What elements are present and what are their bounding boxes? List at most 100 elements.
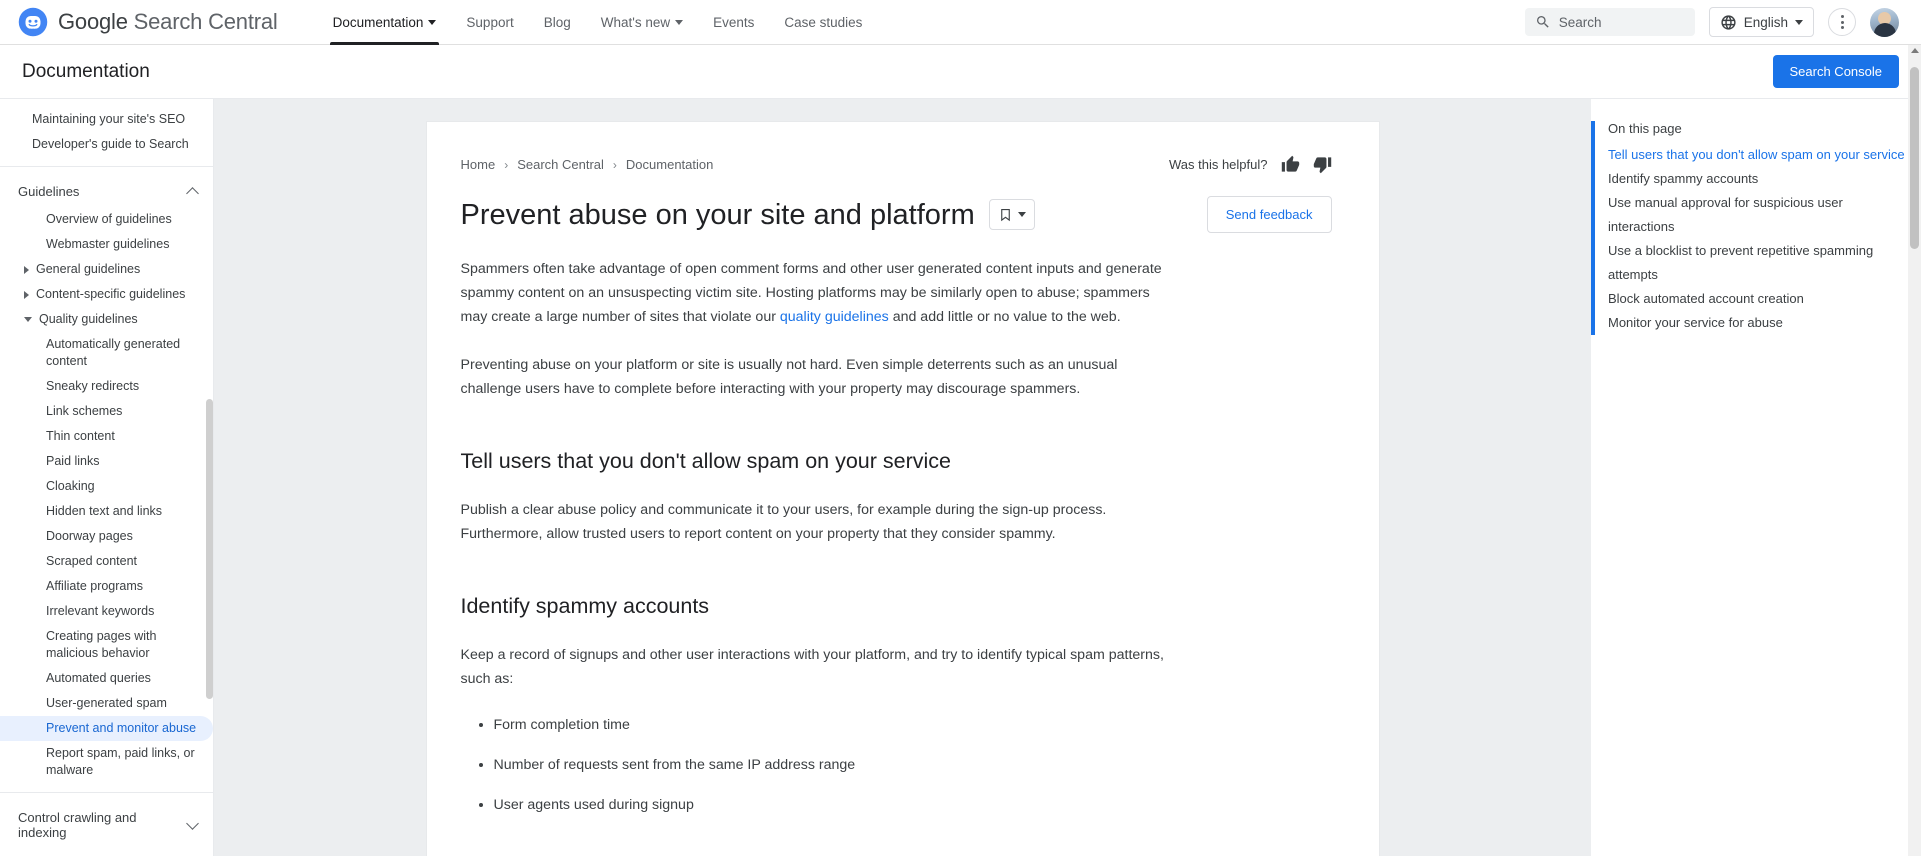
sidebar-expandable-content-specific-guidelines[interactable]: Content-specific guidelines [0, 282, 213, 307]
brand-product-word: Search Central [127, 9, 278, 34]
article: Home › Search Central › Documentation Wa… [426, 122, 1379, 856]
sidebar-item-doorway-pages[interactable]: Doorway pages [0, 524, 213, 549]
page-scrollbar[interactable] [1908, 45, 1921, 856]
triangle-down-icon [24, 317, 32, 322]
nav-item-case-studies[interactable]: Case studies [784, 0, 862, 45]
sidebar-item-cloaking[interactable]: Cloaking [0, 474, 213, 499]
scrollbar-thumb[interactable] [1910, 67, 1919, 249]
page-subheader: Documentation Search Console [0, 45, 1921, 99]
brand-logo[interactable]: Google Search Central [0, 7, 278, 37]
sidebar-divider [0, 792, 213, 793]
sidebar-item-user-generated-spam[interactable]: User-generated spam [0, 691, 213, 716]
nav-item-whats-new[interactable]: What's new [600, 0, 684, 45]
sidebar-group-label-guidelines: Guidelines [18, 184, 80, 199]
sidebar-item-creating-pages-malicious-behavior[interactable]: Creating pages with malicious behavior [0, 624, 213, 666]
sidebar-expandable-label-general: General guidelines [36, 262, 141, 276]
thumb-up-icon[interactable] [1281, 155, 1300, 174]
page-title: Documentation [22, 60, 150, 82]
sidebar-item-scraped-content[interactable]: Scraped content [0, 549, 213, 574]
global-header: Google Search Central Documentation Supp… [0, 0, 1921, 45]
search-placeholder: Search [1558, 14, 1602, 30]
sidebar-expandable-quality-guidelines[interactable]: Quality guidelines [0, 307, 213, 332]
on-this-page-sidebar: On this page Tell users that you don't a… [1591, 99, 1921, 856]
breadcrumb: Home › Search Central › Documentation [461, 157, 714, 172]
nav-item-support[interactable]: Support [466, 0, 513, 45]
breadcrumb-item-home[interactable]: Home [461, 157, 496, 172]
nav-label-events: Events [713, 14, 755, 30]
bookmark-icon [1000, 208, 1010, 222]
sidebar-group-label-control-crawling: Control crawling and indexing [18, 810, 137, 840]
search-console-button[interactable]: Search Console [1772, 55, 1899, 88]
nav-label-support: Support [466, 14, 514, 30]
sidebar-item-automated-queries[interactable]: Automated queries [0, 666, 213, 691]
search-input[interactable]: Search [1524, 8, 1695, 36]
brand-google-word: Google [58, 9, 128, 34]
chevron-down-icon [1017, 212, 1026, 217]
quality-guidelines-link[interactable]: quality guidelines [780, 309, 889, 325]
breadcrumb-item-search-central[interactable]: Search Central [517, 157, 604, 172]
sidebar-item-prevent-and-monitor-abuse[interactable]: Prevent and monitor abuse [0, 716, 213, 741]
paragraph-4: Keep a record of signups and other user … [460, 647, 1164, 687]
sidebar-item-paid-links[interactable]: Paid links [0, 449, 213, 474]
sidebar-group-control-crawling[interactable]: Control crawling and indexing [0, 802, 213, 848]
sidebar-item-webmaster-guidelines[interactable]: Webmaster guidelines [0, 232, 213, 257]
sidebar-item-link-schemes[interactable]: Link schemes [0, 399, 213, 424]
toc-item-manual-approval[interactable]: Use manual approval for suspicious user … [1608, 191, 1905, 239]
header-actions: Search English [1524, 7, 1921, 37]
send-feedback-button[interactable]: Send feedback [1206, 196, 1332, 233]
more-options-button[interactable] [1828, 8, 1856, 36]
toc-item-tell-users[interactable]: Tell users that you don't allow spam on … [1608, 143, 1905, 167]
chevron-down-icon [186, 816, 199, 830]
chevron-down-icon [1795, 19, 1803, 25]
toc-inner: On this page Tell users that you don't a… [1591, 121, 1905, 335]
sidebar-item-affiliate-programs[interactable]: Affiliate programs [0, 574, 213, 599]
sidebar-item-developers-guide[interactable]: Developer's guide to Search [0, 132, 213, 157]
sidebar-group-guidelines[interactable]: Guidelines [0, 176, 213, 207]
paragraph-2: Preventing abuse on your platform or sit… [460, 357, 1118, 397]
more-vert-icon [1840, 20, 1844, 24]
globe-icon [1721, 14, 1736, 30]
primary-nav: Documentation Support Blog What's new Ev… [329, 0, 862, 45]
scroll-up-arrow-icon[interactable] [1911, 48, 1919, 53]
nav-item-blog[interactable]: Blog [544, 0, 571, 45]
avatar[interactable] [1870, 7, 1899, 37]
sidebar-item-thin-content[interactable]: Thin content [0, 424, 213, 449]
sidebar-item-sneaky-redirects[interactable]: Sneaky redirects [0, 374, 213, 399]
language-selector[interactable]: English [1708, 7, 1814, 37]
brand-name: Google Search Central [58, 9, 278, 35]
toc-title: On this page [1608, 121, 1682, 136]
search-icon [1536, 16, 1549, 28]
sidebar-item-overview-of-guidelines[interactable]: Overview of guidelines [0, 207, 213, 232]
more-vert-icon [1840, 15, 1844, 18]
sidebar-expandable-general-guidelines[interactable]: General guidelines [0, 257, 213, 282]
sidebar-expandable-label-quality: Quality guidelines [39, 312, 138, 326]
thumb-down-icon[interactable] [1313, 155, 1332, 174]
sidebar-item-report-spam-paid-links-malware[interactable]: Report spam, paid links, or malware [0, 741, 213, 783]
paragraph-1-text-after: and add little or no value to the web. [888, 309, 1121, 325]
nav-item-events[interactable]: Events [713, 0, 754, 45]
toc-item-block-automated-account-creation[interactable]: Block automated account creation [1608, 287, 1905, 311]
bookmark-button[interactable] [988, 199, 1035, 230]
sidebar-item-automatically-generated-content[interactable]: Automatically generated content [0, 332, 213, 374]
nav-label-blog: Blog [543, 14, 571, 30]
toc-item-blocklist[interactable]: Use a blocklist to prevent repetitive sp… [1608, 239, 1905, 287]
sidebar-item-hidden-text-and-links[interactable]: Hidden text and links [0, 499, 213, 524]
breadcrumb-item-documentation[interactable]: Documentation [626, 157, 713, 172]
chevron-down-icon [675, 19, 684, 25]
section-heading-tell-users: Tell users that you don't allow spam on … [460, 449, 951, 473]
spam-patterns-list: Form completion time Number of requests … [461, 713, 1332, 817]
sidebar-item-maintaining-seo[interactable]: Maintaining your site's SEO [0, 107, 213, 132]
chevron-up-icon [186, 186, 199, 200]
triangle-right-icon [24, 290, 29, 299]
triangle-right-icon [24, 265, 29, 274]
nav-item-documentation[interactable]: Documentation [329, 0, 440, 45]
sidebar-item-irrelevant-keywords[interactable]: Irrelevant keywords [0, 599, 213, 624]
sidebar-scrollbar[interactable] [206, 399, 213, 699]
paragraph-3: Publish a clear abuse policy and communi… [460, 502, 1107, 542]
toc-item-monitor-service[interactable]: Monitor your service for abuse [1608, 311, 1905, 335]
page-body: Maintaining your site's SEO Developer's … [0, 99, 1921, 856]
nav-label-whats-new: What's new [600, 14, 671, 30]
toc-item-identify-spammy-accounts[interactable]: Identify spammy accounts [1608, 167, 1905, 191]
list-item: Number of requests sent from the same IP… [494, 753, 1332, 777]
nav-label-documentation: Documentation [332, 14, 424, 30]
